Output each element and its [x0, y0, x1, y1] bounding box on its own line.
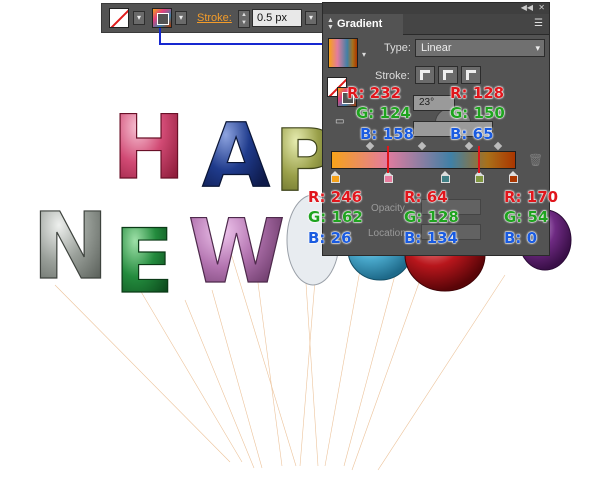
- balloon-letters-top: H A P: [111, 95, 337, 211]
- annotation-stop4-b: B: 65: [450, 125, 494, 143]
- color-stop-1[interactable]: [331, 171, 340, 183]
- midpoint-markers: [331, 141, 531, 151]
- annotation-stop1-g: G: 162: [308, 208, 363, 226]
- annotation-stop2-g: G: 124: [356, 104, 411, 122]
- balloon-letter-a: A: [202, 104, 270, 207]
- annotation-stop4-r: R: 128: [450, 84, 505, 102]
- fill-dropdown-button[interactable]: ▾: [133, 11, 145, 25]
- gradient-stroke-swatch-icon[interactable]: [152, 8, 172, 28]
- control-bar: ▾ ▾ Stroke: ▲ ▼ 0.5 px ▾: [101, 3, 323, 33]
- chevron-down-icon: ▾: [535, 43, 540, 53]
- annotation-stop1-b: B: 26: [308, 229, 352, 247]
- gradient-type-select[interactable]: Linear ▾: [415, 39, 545, 57]
- stroke-link-label[interactable]: Stroke:: [197, 12, 232, 24]
- type-label: Type:: [384, 42, 411, 54]
- balloon-letter-e: E: [114, 210, 174, 313]
- stop-indicator-line: [387, 146, 389, 173]
- color-stop-3[interactable]: [441, 171, 450, 183]
- aspect-ratio-icon: ▭: [335, 116, 345, 127]
- stop-indicator-line: [478, 146, 480, 173]
- callout-line-horizontal: [159, 43, 327, 45]
- midpoint-diamond[interactable]: [493, 141, 503, 151]
- stroke-mode-across-icon[interactable]: [461, 66, 481, 84]
- preview-dropdown-icon[interactable]: ▾: [362, 50, 366, 59]
- annotation-stop3-b: B: 134: [404, 229, 459, 247]
- angle-field[interactable]: 23°: [413, 95, 455, 111]
- close-panel-icon[interactable]: ✕: [538, 3, 545, 12]
- stroke-weight-field[interactable]: 0.5 px: [252, 9, 302, 27]
- midpoint-diamond[interactable]: [464, 141, 474, 151]
- color-stop-5[interactable]: [509, 171, 518, 183]
- gradient-preview-swatch[interactable]: [328, 38, 358, 68]
- annotation-stop4-g: G: 150: [450, 104, 505, 122]
- tab-expand-icon[interactable]: ▲ ▼: [327, 17, 334, 31]
- balloon-letter-h: H: [112, 96, 186, 199]
- tab-gradient[interactable]: ▲ ▼ Gradient: [323, 14, 403, 35]
- annotation-stop3-g: G: 128: [404, 208, 459, 226]
- stroke-mode-within-icon[interactable]: [415, 66, 435, 84]
- annotation-stop1-r: R: 246: [308, 188, 363, 206]
- stroke-mode-label: Stroke:: [375, 70, 410, 82]
- gradient-ramp[interactable]: [331, 151, 516, 169]
- tab-gradient-label: Gradient: [337, 18, 383, 30]
- stroke-dropdown-button[interactable]: ▾: [175, 11, 187, 25]
- delete-stop-icon[interactable]: 🗑: [528, 153, 543, 167]
- gradient-type-value: Linear: [421, 42, 452, 54]
- panel-tab-bar: ▲ ▼ Gradient ☰: [323, 14, 549, 35]
- balloon-letter-n: N: [32, 193, 109, 300]
- midpoint-diamond[interactable]: [417, 141, 427, 151]
- balloon-letter-w: W: [188, 200, 285, 303]
- stroke-weight-stepper[interactable]: ▲ ▼: [238, 10, 250, 28]
- no-fill-icon[interactable]: [109, 8, 129, 28]
- collapse-panel-icon[interactable]: ◀◀: [521, 3, 533, 12]
- annotation-stop5-b: B: 0: [504, 229, 538, 247]
- stroke-mode-along-icon[interactable]: [438, 66, 458, 84]
- panel-title-strip: ◀◀ ✕: [323, 3, 549, 14]
- annotation-stop5-r: R: 170: [504, 188, 559, 206]
- panel-menu-icon[interactable]: ☰: [534, 18, 543, 29]
- annotation-stop2-b: B: 158: [360, 125, 415, 143]
- annotation-stop5-g: G: 54: [504, 208, 549, 226]
- location-label: Location: [368, 228, 406, 239]
- opacity-label: Opacity: [371, 203, 405, 214]
- midpoint-diamond[interactable]: [365, 141, 375, 151]
- annotation-stop2-r: R: 232: [347, 84, 402, 102]
- annotation-stop3-r: R: 64: [404, 188, 448, 206]
- stroke-weight-dropdown-button[interactable]: ▾: [305, 11, 317, 25]
